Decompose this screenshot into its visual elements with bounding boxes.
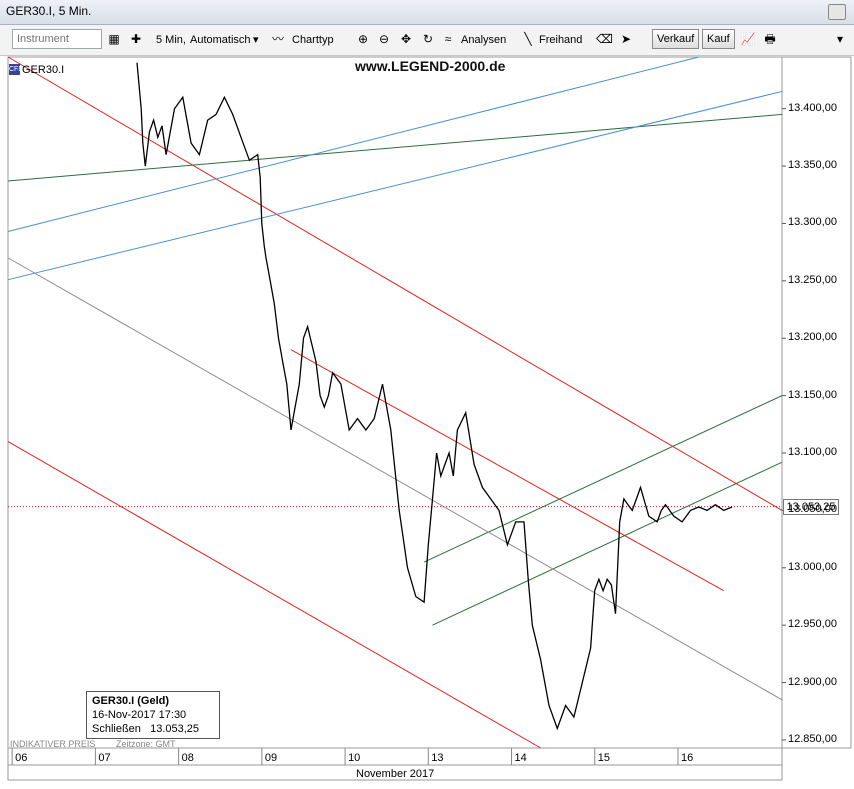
y-tick-label: 13.150,00	[788, 388, 837, 401]
x-tick-label: 15	[597, 752, 610, 764]
x-tick-label: 13	[431, 752, 444, 764]
timezone-label: Zeitzone: GMT	[116, 739, 176, 749]
x-axis-month-label: November 2017	[356, 768, 435, 780]
y-tick-label: 13.100,00	[788, 446, 837, 458]
y-tick-label: 13.350,00	[788, 159, 837, 172]
info-box-datetime: 16-Nov-2017 17:30	[92, 709, 187, 721]
info-box-title: GER30.I (Geld)	[92, 695, 170, 707]
x-tick-label: 16	[680, 752, 694, 764]
info-box-close-label: Schließen	[92, 723, 141, 735]
x-tick-label: 10	[348, 752, 361, 764]
y-tick-label: 13.050,00	[788, 503, 837, 516]
y-tick-label: 13.250,00	[788, 273, 837, 286]
x-tick-label: 08	[181, 752, 194, 764]
x-axis-panel	[7, 747, 783, 766]
info-box-close-value: 13.053,25	[150, 723, 200, 735]
chart-symbol-label[interactable]: GER30.I	[22, 64, 64, 76]
info-box: GER30.I (Geld) 16-Nov-2017 17:30 Schließ…	[86, 691, 220, 739]
y-tick-label: 12.900,00	[788, 675, 837, 688]
plot-area	[7, 56, 783, 749]
y-tick-label: 13.200,00	[788, 331, 837, 344]
x-tick-label: 06	[15, 752, 28, 764]
x-tick-label: 14	[514, 752, 527, 764]
indicative-price-label: INDIKATIVER PREIS	[10, 739, 96, 749]
y-tick-label: 13.300,00	[788, 216, 837, 229]
y-tick-label: 12.950,00	[788, 618, 837, 631]
symbol-icon: CFD	[9, 64, 24, 75]
x-tick-label: 09	[264, 752, 278, 764]
watermark: www.LEGEND-2000.de	[355, 58, 506, 74]
y-tick-label: 13.400,00	[788, 101, 837, 114]
y-tick-label: 12.850,00	[788, 732, 837, 745]
price-chart[interactable]	[0, 0, 854, 789]
x-tick-label: 07	[98, 752, 111, 764]
y-tick-label: 13.000,00	[788, 560, 837, 573]
